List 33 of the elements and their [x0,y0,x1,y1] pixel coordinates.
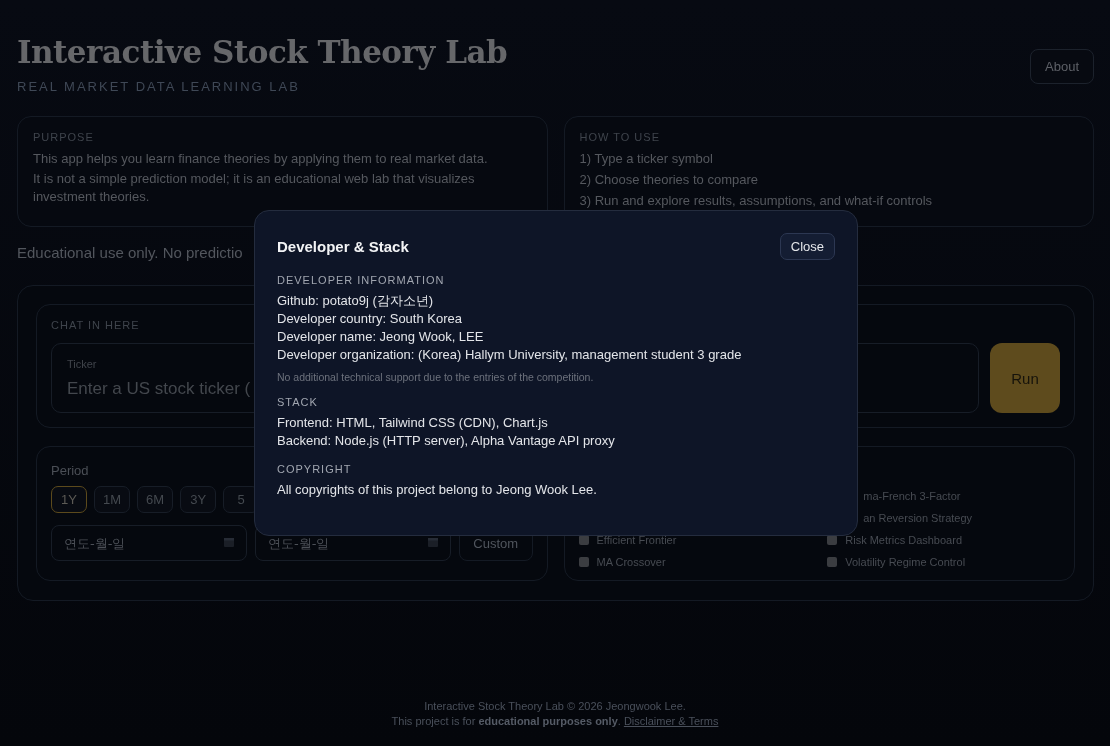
card-heading: HOW TO USE [579,131,661,143]
dialog-note: No additional technical support due to the entries of the competition. [277,371,595,383]
theory-label: ma-French 3-Factor [863,490,961,502]
field-label: Ticker [67,358,97,370]
card-text: 3) Run and explore results, assumptions, and what-if controls [579,192,934,210]
card-text: 2) Choose theories to compare [579,171,759,189]
dialog-text: Developer organization: (Korea) Hallym University, management student 3 grade [277,346,743,364]
dialog-text: All copyrights of this project belong to Jeong Wook Lee. [277,481,598,499]
card-heading: PURPOSE [33,131,95,143]
disclaimer-text: Educational use only. No predictio [17,244,243,261]
dialog-text: Developer country: South Korea [277,310,463,328]
period-label: Period [51,463,89,478]
dialog-text: Developer name: Jeong Wook, LEE [277,328,485,346]
dialog-text: Backend: Node.js (HTTP server), Alpha Vantage API proxy [277,432,616,450]
dialog-text: Github: potato9j (감자소년) [277,292,435,310]
card-text: This app helps you learn finance theories by applying them to real market data. [33,150,489,168]
card-text: It is not a simple prediction model; it is an educational web lab that visualizes investment theories. [33,170,476,206]
theory-label: Volatility Regime Control [845,556,966,568]
theory-label: Efficient Frontier [596,534,677,546]
chat-heading: CHAT IN HERE [51,319,140,331]
page-subtitle: REAL MARKET DATA LEARNING LAB [17,79,301,94]
theory-label: an Reversion Strategy [863,512,973,524]
section-heading: STACK [277,396,319,408]
section-heading: DEVELOPER INFORMATION [277,274,446,286]
footer-text: Interactive Stock Theory Lab © 2026 Jeongwook Lee. [423,699,687,714]
theory-label: Risk Metrics Dashboard [845,534,962,546]
card-text: 1) Type a ticker symbol [579,150,714,168]
page-title: Interactive Stock Theory Lab [17,33,508,72]
section-heading: COPYRIGHT [277,463,353,475]
dialog-text: Frontend: HTML, Tailwind CSS (CDN), Chart.js [277,414,549,432]
theory-label: MA Crossover [596,556,666,568]
footer-note: This project is for educational purposes only. Disclaimer & Terms [390,714,720,729]
dialog-title: Developer & Stack [277,238,409,255]
